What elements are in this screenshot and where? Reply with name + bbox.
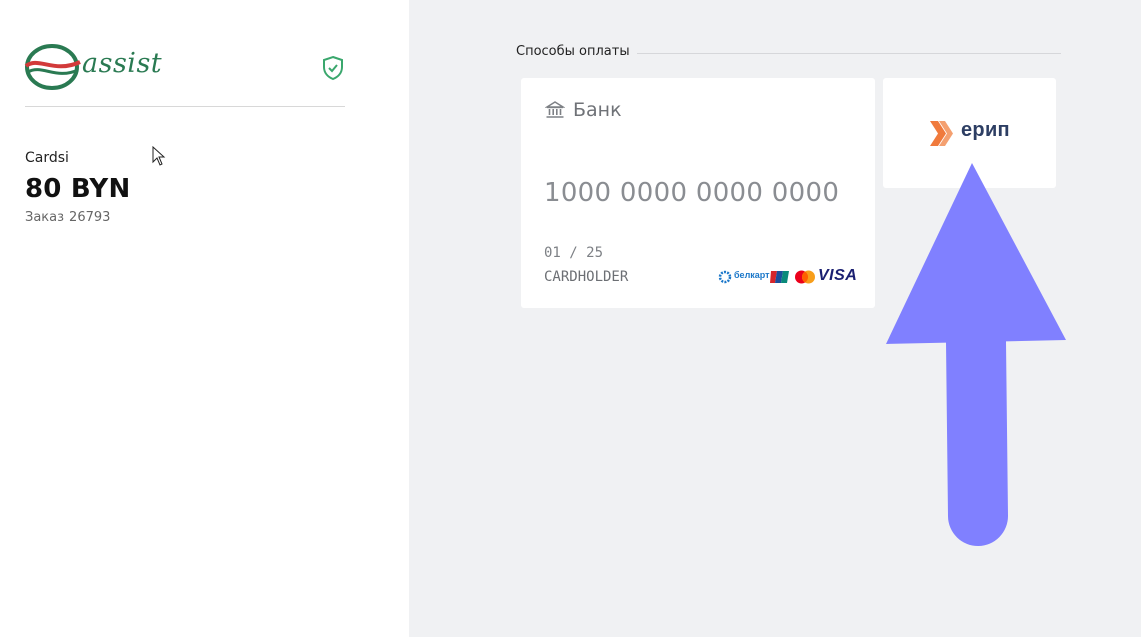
logo-divider <box>25 106 345 107</box>
order-info: Заказ 26793 <box>25 210 110 225</box>
assist-logo-text: assist <box>82 48 163 79</box>
order-summary-panel: assist Cardsi 80 BYN Заказ 26793 <box>0 0 409 637</box>
card-holder-placeholder: CARDHOLDER <box>544 269 629 285</box>
belkart-logo: белкарт <box>718 270 770 284</box>
order-amount: 80 BYN <box>25 174 131 204</box>
erip-option[interactable]: ерип <box>883 78 1056 188</box>
assist-logo: assist <box>24 42 162 92</box>
visa-logo: VISA <box>818 267 858 284</box>
card-number-placeholder: 1000 0000 0000 0000 <box>544 178 840 208</box>
assist-logo-mark <box>24 44 81 90</box>
shop-name: Cardsi <box>25 150 69 166</box>
bank-building-icon <box>544 100 566 120</box>
unionpay-logo <box>770 269 790 283</box>
bank-card-label: Банк <box>573 99 622 121</box>
payment-methods-title: Способы оплаты <box>516 44 630 59</box>
card-expiry-placeholder: 01 / 25 <box>544 245 604 261</box>
order-number: 26793 <box>69 210 111 225</box>
belkart-icon <box>718 270 732 284</box>
order-label: Заказ <box>25 210 65 225</box>
erip-logo-icon <box>929 120 957 147</box>
erip-label: ерип <box>961 119 1010 141</box>
bank-card-option[interactable]: Банк 1000 0000 0000 0000 01 / 25 CARDHOL… <box>521 78 875 308</box>
mouse-pointer-icon <box>152 145 166 166</box>
mastercard-logo <box>794 269 816 284</box>
section-divider <box>637 53 1061 54</box>
shield-check-icon <box>321 55 345 81</box>
belkart-text: белкарт <box>734 270 770 280</box>
